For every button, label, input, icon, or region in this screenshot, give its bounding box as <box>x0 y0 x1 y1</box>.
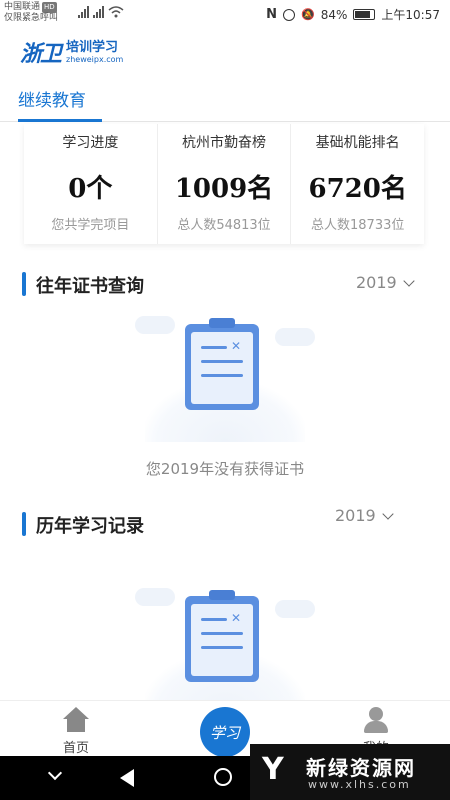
stat-skill-rank[interactable]: 基础机能排名 6720名 总人数18733位 <box>291 124 424 244</box>
back-button[interactable] <box>120 769 134 787</box>
back-icon <box>120 769 134 787</box>
watermark-title: 新绿资源网 <box>306 756 416 780</box>
tab-active-indicator <box>18 119 102 122</box>
year-value: 2019 <box>356 273 397 292</box>
tab-continuing-education[interactable]: 继续教育 <box>18 86 86 111</box>
app-logo: 浙卫 培训学习 zheweipx.com <box>20 36 123 68</box>
mute-icon: 🔕 <box>301 8 315 21</box>
home-icon <box>62 707 90 733</box>
carrier-info: 中国联通 HD 仅限紧急呼叫 <box>4 2 58 24</box>
stat-progress[interactable]: 学习进度 0个 您共学完项目 <box>24 124 158 244</box>
records-section: 历年学习记录 2019 ✕ <box>0 506 450 714</box>
stat-diligence-rank[interactable]: 杭州市勤奋榜 1009名 总人数54813位 <box>158 124 292 244</box>
stat-sub: 您共学完项目 <box>51 218 130 233</box>
battery-icon <box>353 9 376 20</box>
stat-sub: 总人数54813位 <box>177 218 271 233</box>
chevron-down-icon <box>403 274 415 287</box>
nav-home[interactable]: 首页 <box>56 707 96 756</box>
watermark-logo: Y <box>262 752 284 787</box>
stat-label: 基础机能排名 <box>315 135 400 151</box>
status-right: N 🔕 84% 上午10:57 <box>266 6 440 23</box>
signal-icon-2 <box>93 6 104 18</box>
watermark-url: www.xlhs.com <box>308 778 411 791</box>
home-circle-icon <box>214 768 232 786</box>
logo-url: zheweipx.com <box>66 54 124 64</box>
stat-value: 1009名 <box>174 174 274 204</box>
signal-icon <box>78 6 89 18</box>
stat-label: 杭州市勤奋榜 <box>182 135 266 151</box>
clock: 上午10:57 <box>381 8 440 22</box>
chevron-down-icon <box>382 507 394 520</box>
empty-clipboard-illustration: ✕ <box>125 312 325 442</box>
tab-bar: 继续教育 <box>0 78 450 122</box>
home-button[interactable] <box>214 768 232 786</box>
watermark: Y 新绿资源网 www.xlhs.com <box>250 744 450 800</box>
logo-mark: 浙卫 <box>20 41 62 67</box>
wifi-icon <box>108 6 124 18</box>
app-header: 浙卫 培训学习 zheweipx.com <box>0 28 450 72</box>
nfc-icon: N <box>266 7 278 22</box>
battery-percent: 84% <box>320 7 348 22</box>
carrier-name: 中国联通 <box>4 2 41 12</box>
carrier-sub: 仅限紧急呼叫 <box>4 13 59 23</box>
section-marker <box>22 272 26 296</box>
certificate-year-select[interactable]: 2019 <box>356 273 415 292</box>
section-marker <box>22 512 26 536</box>
certificates-section: 往年证书查询 2019 ✕ 您2019年没有获得证书 <box>0 268 450 488</box>
nav-home-label: 首页 <box>62 741 89 756</box>
signal-icons <box>78 6 124 18</box>
year-value: 2019 <box>335 506 376 525</box>
stat-value: 0个 <box>68 174 113 204</box>
alarm-icon <box>283 8 296 21</box>
hd-badge: HD <box>42 2 57 13</box>
hide-nav-button[interactable] <box>47 765 63 781</box>
record-year-select[interactable]: 2019 <box>335 506 394 525</box>
nav-study-button[interactable]: 学习 <box>200 707 250 757</box>
empty-message: 您2019年没有获得证书 <box>145 460 305 478</box>
stat-label: 学习进度 <box>62 135 119 151</box>
chevron-down-icon <box>47 765 63 781</box>
stat-sub: 总人数18733位 <box>311 218 405 233</box>
user-icon <box>363 707 389 733</box>
stats-card: 学习进度 0个 您共学完项目 杭州市勤奋榜 1009名 总人数54813位 基础… <box>24 124 424 244</box>
stat-value: 6720名 <box>308 174 407 204</box>
nav-study-label: 学习 <box>209 723 240 742</box>
section-title: 往年证书查询 <box>36 276 144 297</box>
empty-clipboard-illustration: ✕ <box>125 584 325 714</box>
status-bar: 中国联通 HD 仅限紧急呼叫 N 🔕 84% 上午10:57 <box>0 0 450 28</box>
logo-title: 培训学习 <box>66 39 119 55</box>
section-title: 历年学习记录 <box>36 516 144 537</box>
